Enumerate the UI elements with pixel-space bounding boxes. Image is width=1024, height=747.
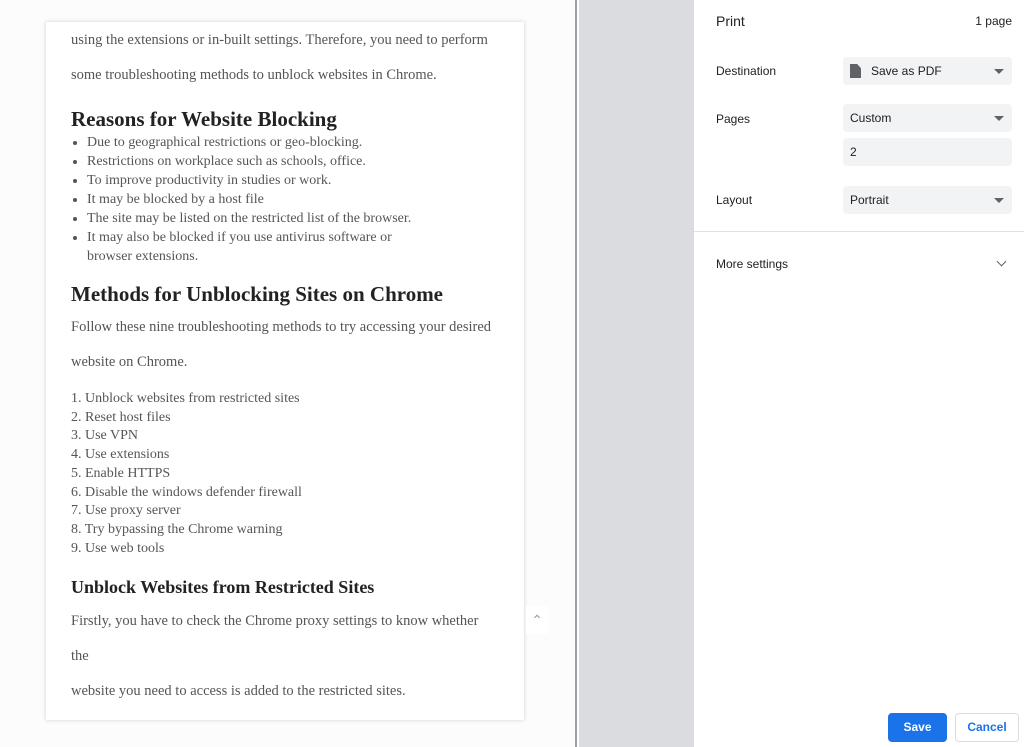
preview-page: using the extensions or in-built setting… xyxy=(46,22,524,720)
list-item: It may also be blocked if you use antivi… xyxy=(87,228,499,266)
list-item: 2. Reset host files xyxy=(71,409,171,425)
divider xyxy=(694,231,1024,232)
file-icon xyxy=(850,64,861,78)
dropdown-arrow-icon xyxy=(994,198,1004,203)
list-item: 5. Enable HTTPS xyxy=(71,465,171,481)
list-item: 9. Use web tools xyxy=(71,540,165,556)
destination-label: Destination xyxy=(716,64,777,78)
dropdown-arrow-icon xyxy=(994,69,1004,74)
paragraph: website you need to access is added to t… xyxy=(71,683,406,700)
page-count: 1 page xyxy=(975,14,1012,28)
list-item: It may be blocked by a host file xyxy=(87,190,499,209)
list-item: 6. Disable the windows defender firewall xyxy=(71,484,302,500)
layout-label: Layout xyxy=(716,193,753,207)
reasons-list: Due to geographical restrictions or geo-… xyxy=(71,133,499,266)
methods-list: 1. Unblock websites from restricted site… xyxy=(71,390,499,558)
paragraph: Follow these nine troubleshooting method… xyxy=(71,319,492,335)
list-item: 4. Use extensions xyxy=(71,447,170,463)
layout-value: Portrait xyxy=(850,193,889,207)
list-item: 1. Unblock websites from restricted site… xyxy=(71,391,300,406)
more-settings-label: More settings xyxy=(716,257,789,271)
paragraph: website on Chrome. xyxy=(71,354,188,370)
list-item: The site may be listed on the restricted… xyxy=(87,209,499,228)
list-item: 8. Try bypassing the Chrome warning xyxy=(71,521,283,537)
list-item: To improve productivity in studies or wo… xyxy=(87,171,499,190)
pages-value: Custom xyxy=(850,111,892,125)
destination-value: Save as PDF xyxy=(871,64,942,78)
pages-select[interactable]: Custom xyxy=(843,104,1012,132)
cancel-button[interactable]: Cancel xyxy=(955,713,1019,742)
dropdown-arrow-icon xyxy=(994,116,1004,121)
custom-pages-input[interactable]: 2 xyxy=(843,138,1012,166)
more-settings-toggle[interactable]: More settings xyxy=(694,248,1024,278)
heading-reasons: Reasons for Website Blocking xyxy=(71,107,337,131)
paragraph: using the extensions or in-built setting… xyxy=(71,32,488,48)
list-item: Due to geographical restrictions or geo-… xyxy=(87,133,499,152)
list-item: 3. Use VPN xyxy=(71,428,139,444)
chevron-down-icon xyxy=(996,256,1007,267)
pages-label: Pages xyxy=(716,112,751,126)
destination-select[interactable]: Save as PDF xyxy=(843,57,1012,85)
print-settings-panel: Print 1 page Destination Save as PDF Pag… xyxy=(694,0,1024,747)
print-title: Print xyxy=(716,13,745,29)
list-item: Restrictions on workplace such as school… xyxy=(87,152,499,171)
list-item: 7. Use proxy server xyxy=(71,503,181,519)
print-preview-area: using the extensions or in-built setting… xyxy=(0,0,577,747)
heading-methods: Methods for Unblocking Sites on Chrome xyxy=(71,282,444,306)
layout-select[interactable]: Portrait xyxy=(843,186,1012,214)
heading-unblock: Unblock Websites from Restricted Sites xyxy=(71,577,375,598)
panel-separator xyxy=(579,0,694,747)
save-button[interactable]: Save xyxy=(888,713,947,742)
chevron-up-icon[interactable]: ⌃ xyxy=(526,606,548,634)
paragraph: Firstly, you have to check the Chrome pr… xyxy=(71,613,479,665)
paragraph: some troubleshooting methods to unblock … xyxy=(71,67,437,83)
